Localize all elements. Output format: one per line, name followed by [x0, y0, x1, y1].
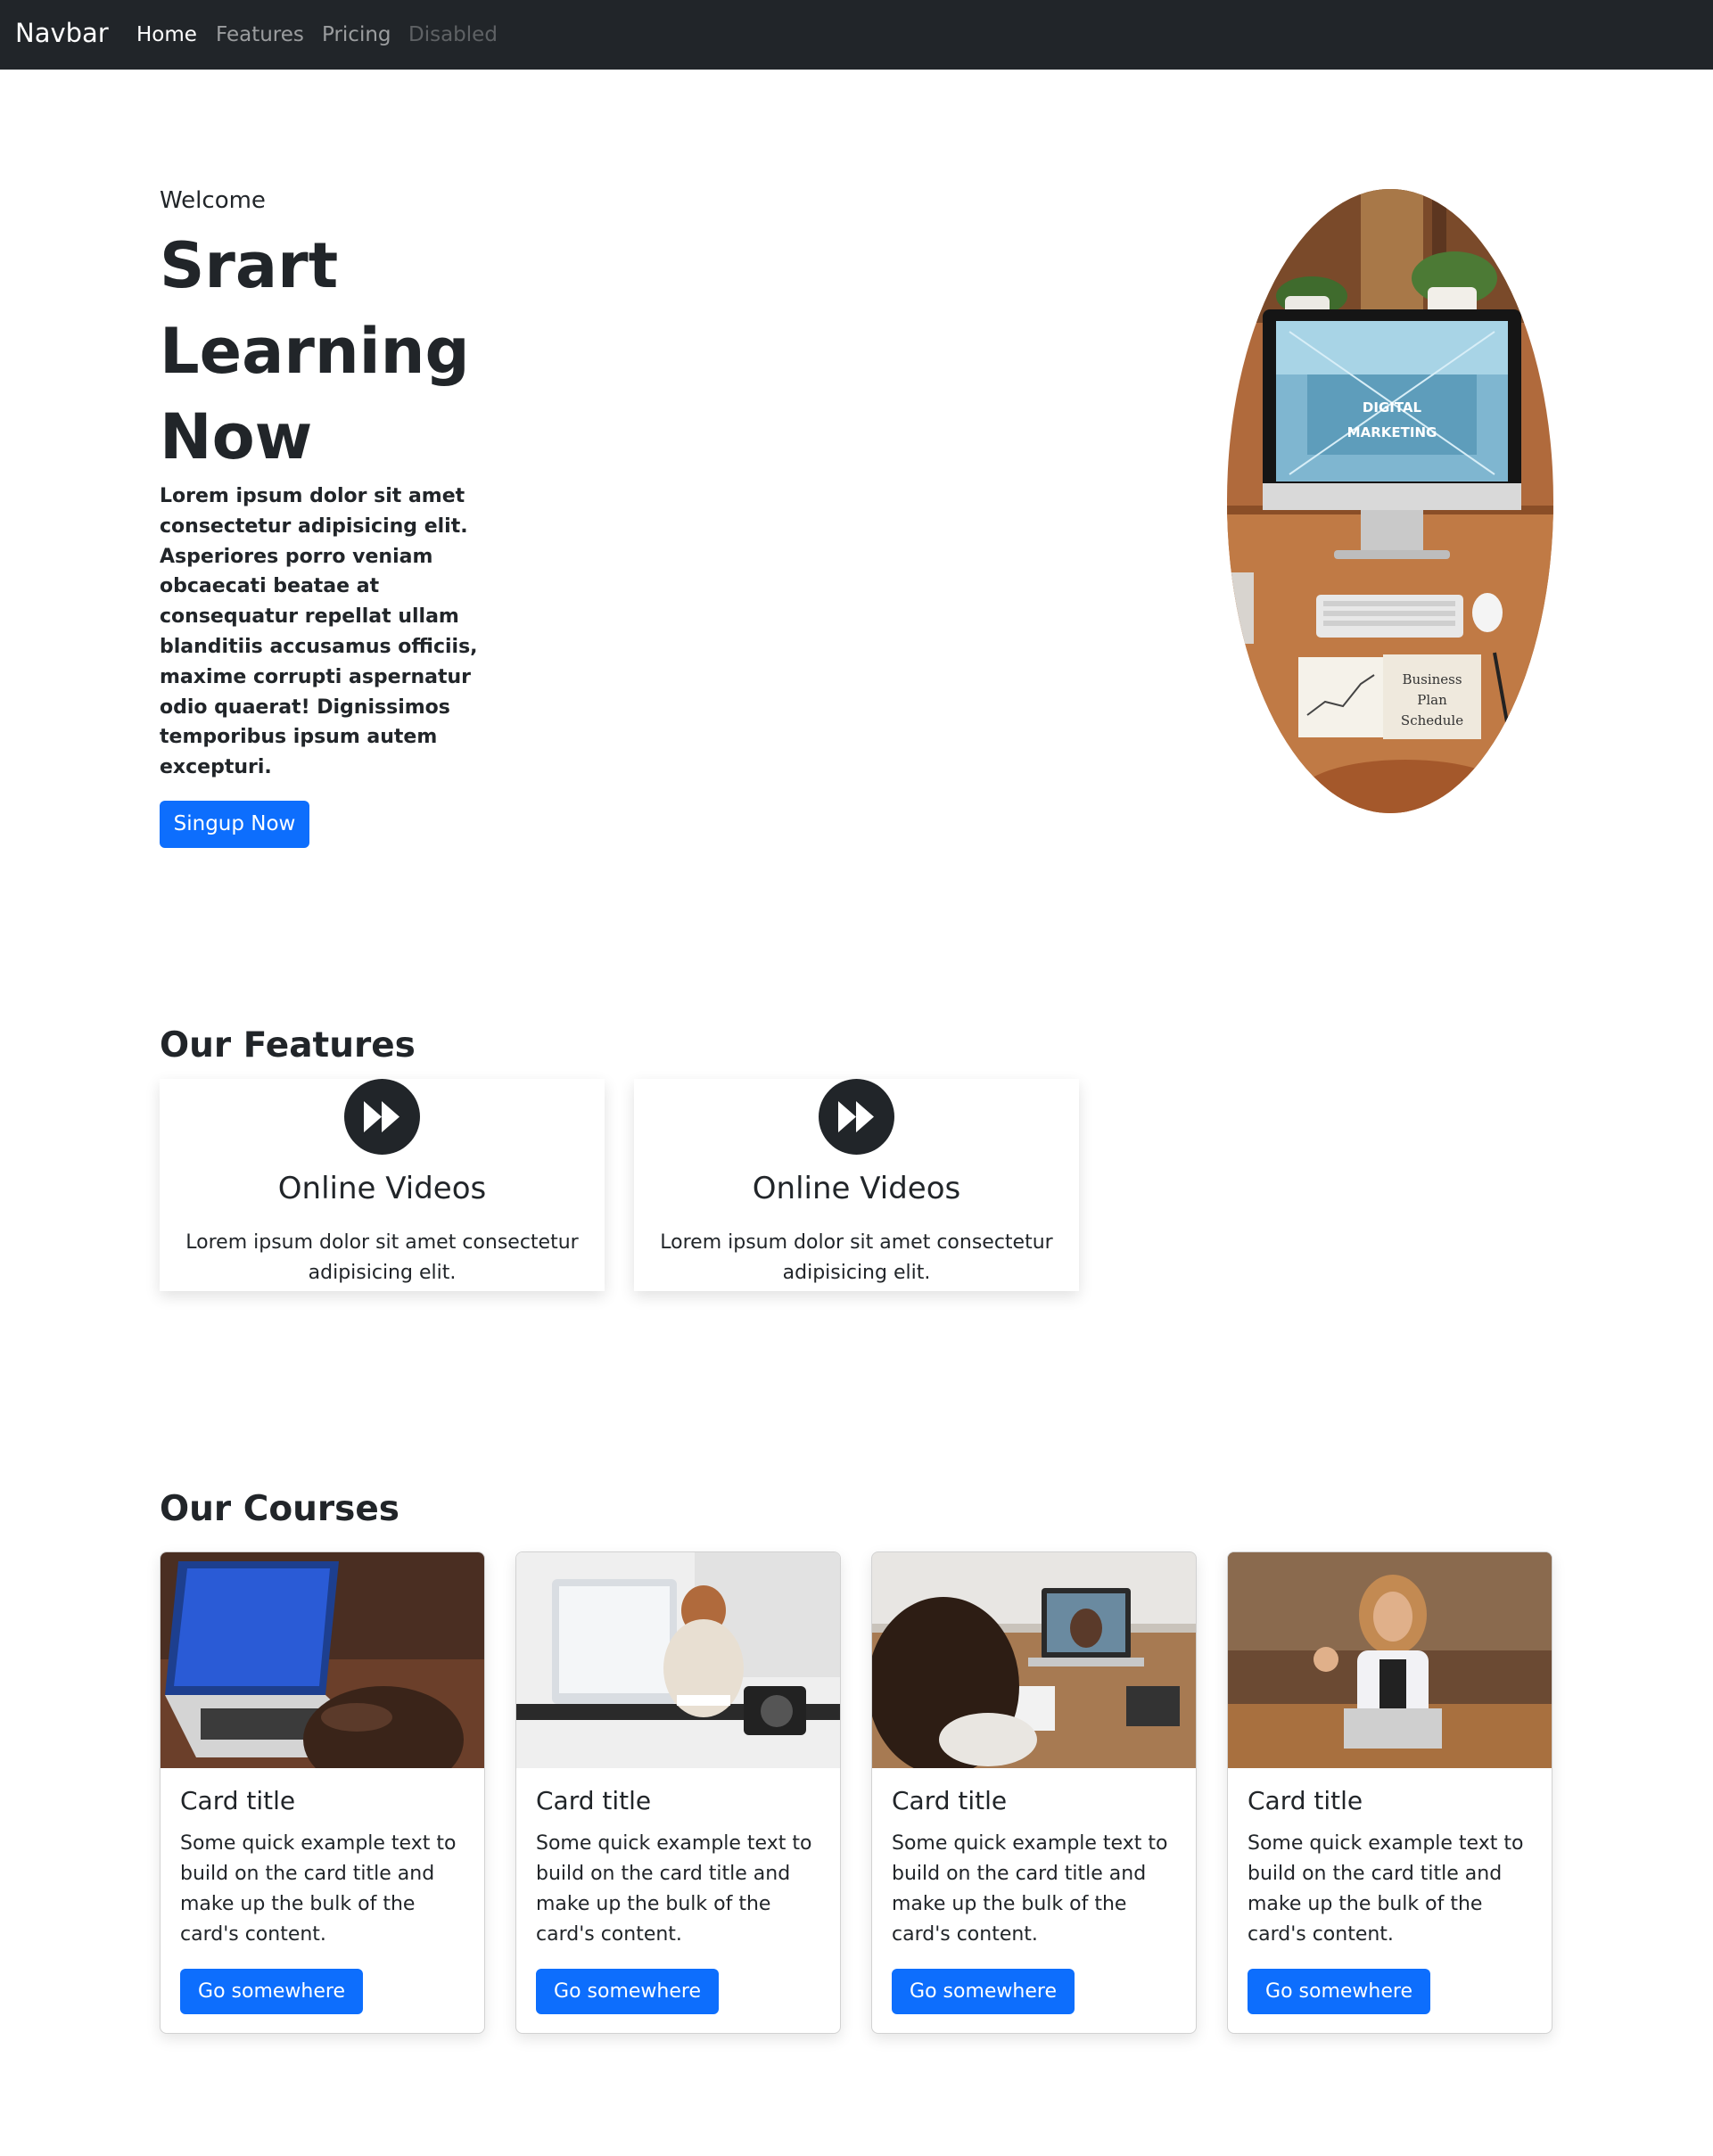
features-heading: Our Features: [160, 1025, 416, 1066]
course-title: Card title: [180, 1786, 296, 1815]
hero-image: DIGITAL MARKETING Business Plan Schedule: [1227, 189, 1553, 813]
course-text: Some quick example text to build on the …: [180, 1832, 457, 1946]
navbar-brand[interactable]: Navbar: [15, 18, 109, 48]
hero-text: Lorem ipsum dolor sit amet consectetur a…: [160, 485, 478, 779]
notebook-text-3: Schedule: [1401, 712, 1463, 728]
courses-heading: Our Courses: [160, 1489, 400, 1529]
course-title: Card title: [536, 1786, 652, 1815]
course-title: Card title: [1248, 1786, 1363, 1815]
screen-text-line2: MARKETING: [1347, 424, 1437, 440]
course-image: [1228, 1552, 1552, 1768]
feature-title: Online Videos: [277, 1171, 487, 1206]
course-text: Some quick example text to build on the …: [1248, 1832, 1524, 1946]
nav-link-features[interactable]: Features: [216, 23, 304, 46]
screen-text-line1: DIGITAL: [1363, 399, 1422, 416]
course-image: [872, 1552, 1196, 1775]
feature-card: Online Videos Lorem ipsum dolor sit amet…: [634, 1079, 1079, 1291]
course-card: Card title Some quick example text to bu…: [515, 1551, 841, 2034]
feature-title: Online Videos: [752, 1171, 961, 1206]
go-somewhere-button[interactable]: Go somewhere: [536, 1969, 719, 2014]
course-title: Card title: [892, 1786, 1008, 1815]
course-card: Card title Some quick example text to bu…: [871, 1551, 1197, 2034]
go-somewhere-button[interactable]: Go somewhere: [180, 1969, 363, 2014]
course-card: Card title Some quick example text to bu…: [1227, 1551, 1552, 2034]
hero-title: Srart Learning Now: [160, 229, 470, 473]
feature-text: Lorem ipsum dolor sit amet consectetur a…: [660, 1231, 1053, 1284]
go-somewhere-button[interactable]: Go somewhere: [1248, 1969, 1430, 2014]
desk-computer-illustration: DIGITAL MARKETING Business Plan Schedule: [1227, 189, 1553, 813]
go-somewhere-button[interactable]: Go somewhere: [892, 1969, 1075, 2014]
course-card: Card title Some quick example text to bu…: [160, 1551, 485, 2034]
nav-link-disabled: Disabled: [408, 23, 498, 46]
course-image: [516, 1552, 840, 1768]
signup-button[interactable]: Singup Now: [160, 801, 309, 848]
nav-link-pricing[interactable]: Pricing: [322, 23, 391, 46]
navbar: Navbar Home Features Pricing Disabled: [0, 0, 1713, 70]
feature-text: Lorem ipsum dolor sit amet consectetur a…: [185, 1231, 579, 1284]
notebook-text-2: Plan: [1417, 692, 1447, 708]
notebook-text-1: Business: [1402, 671, 1462, 687]
nav-link-home[interactable]: Home: [136, 23, 197, 46]
fast-forward-icon: [819, 1079, 894, 1155]
course-image: [161, 1552, 484, 1793]
course-text: Some quick example text to build on the …: [536, 1832, 812, 1946]
fast-forward-icon: [344, 1079, 420, 1155]
hero-eyebrow: Welcome: [160, 187, 266, 214]
course-text: Some quick example text to build on the …: [892, 1832, 1168, 1946]
feature-card: Online Videos Lorem ipsum dolor sit amet…: [160, 1079, 605, 1291]
